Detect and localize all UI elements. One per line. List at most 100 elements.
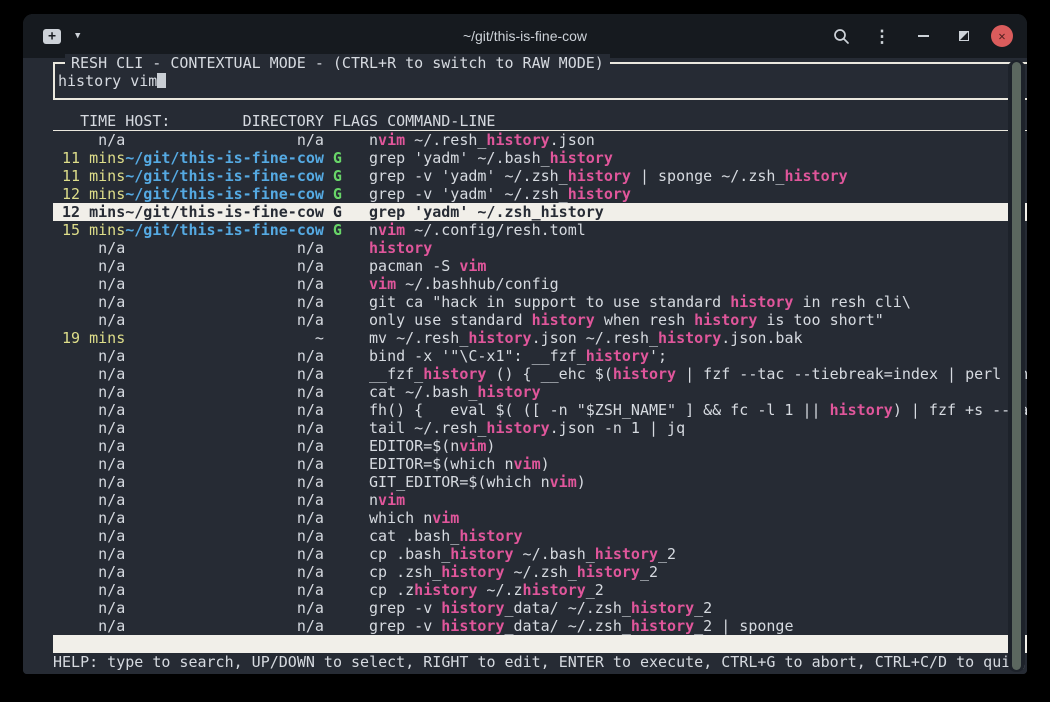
row-flags [333, 329, 342, 347]
status-bar: 2020-05-11 12:01:51tower:~/git/this-is-f… [53, 635, 1027, 653]
table-row[interactable]: n/an/a cp .zhistory ~/.zhistory_2 [53, 581, 1027, 599]
table-row[interactable]: 15 mins~/git/this-is-fine-cow G nvim ~/.… [53, 221, 1027, 239]
table-row[interactable]: 12 mins~/git/this-is-fine-cow G grep -v … [53, 185, 1027, 203]
scrollbar-thumb[interactable] [1012, 62, 1021, 670]
row-gap [324, 527, 333, 545]
row-command: grep 'yadm' ~/.bash_history [369, 149, 613, 167]
row-directory: n/a [125, 563, 324, 581]
row-gap [342, 401, 369, 419]
table-row[interactable]: 12 mins~/git/this-is-fine-cow G grep 'ya… [53, 203, 1027, 221]
row-gap [342, 275, 369, 293]
search-button[interactable] [827, 22, 855, 50]
row-gap [342, 599, 369, 617]
row-gap [342, 437, 369, 455]
table-row[interactable]: n/an/a __fzf_history () { __ehc $(histor… [53, 365, 1027, 383]
search-match: history [830, 401, 893, 419]
header-host: HOST: [125, 112, 170, 130]
row-directory: n/a [125, 527, 324, 545]
table-row[interactable]: n/an/a cat .bash_history [53, 527, 1027, 545]
search-box[interactable]: RESH CLI - CONTEXTUAL MODE - (CTRL+R to … [53, 62, 1027, 100]
header-host-directory: HOST:DIRECTORY [125, 112, 324, 130]
close-button[interactable]: ✕ [991, 25, 1013, 47]
table-row[interactable]: n/an/a grep -v history_data/ ~/.zsh_hist… [53, 617, 1027, 635]
row-flags: G [333, 221, 342, 239]
table-row[interactable]: n/an/a tail ~/.resh_history.json -n 1 | … [53, 419, 1027, 437]
row-gap [324, 617, 333, 635]
row-command: nvim ~/.config/resh.toml [369, 221, 586, 239]
search-match: history [631, 599, 694, 617]
row-gap [324, 581, 333, 599]
row-gap [342, 527, 369, 545]
row-flags: G [333, 203, 342, 221]
table-row[interactable]: n/an/a pacman -S vim [53, 257, 1027, 275]
row-gap [324, 509, 333, 527]
table-row[interactable]: n/an/a fh() { eval $( ([ -n "$ZSH_NAME" … [53, 401, 1027, 419]
chevron-down-icon[interactable]: ▼ [75, 32, 80, 41]
search-match: vim [378, 131, 405, 149]
restore-icon [959, 31, 969, 41]
table-row[interactable]: n/an/a only use standard history when re… [53, 311, 1027, 329]
row-flags [333, 455, 342, 473]
row-time: n/a [53, 275, 125, 293]
titlebar-right-controls: ⋮ ✕ [827, 22, 1013, 50]
history-rows: n/an/a nvim ~/.resh_history.json11 mins~… [53, 131, 1027, 635]
table-row[interactable]: n/an/a vim ~/.bashhub/config [53, 275, 1027, 293]
table-row[interactable]: n/an/a cp .zsh_history ~/.zsh_history_2 [53, 563, 1027, 581]
row-directory: n/a [125, 419, 324, 437]
table-row[interactable]: n/an/a grep -v history_data/ ~/.zsh_hist… [53, 599, 1027, 617]
table-row[interactable]: n/an/a cat ~/.bash_history [53, 383, 1027, 401]
search-match: history [468, 329, 531, 347]
table-row[interactable]: n/an/a which nvim [53, 509, 1027, 527]
row-gap [342, 383, 369, 401]
restore-button[interactable] [950, 22, 978, 50]
row-gap [324, 437, 333, 455]
row-gap [342, 239, 369, 257]
row-time: n/a [53, 545, 125, 563]
row-time: 11 mins [53, 167, 125, 185]
search-match: history [441, 599, 504, 617]
table-row[interactable]: n/an/a git ca "hack in support to use st… [53, 293, 1027, 311]
row-flags [333, 581, 342, 599]
row-flags [333, 257, 342, 275]
search-match: history [784, 167, 847, 185]
menu-button[interactable]: ⋮ [868, 22, 896, 50]
row-time: n/a [53, 527, 125, 545]
row-gap [324, 491, 333, 509]
new-tab-icon: + [43, 29, 61, 44]
table-row[interactable]: n/an/a GIT_EDITOR=$(which nvim) [53, 473, 1027, 491]
row-gap [342, 329, 369, 347]
row-command: nvim [369, 491, 405, 509]
row-time: n/a [53, 455, 125, 473]
table-row[interactable]: n/an/a bind -x '"\C-x1": __fzf_history'; [53, 347, 1027, 365]
scrollbar[interactable] [1008, 60, 1025, 672]
table-row[interactable]: 19 mins~ mv ~/.resh_history.json ~/.resh… [53, 329, 1027, 347]
search-match: history [568, 185, 631, 203]
row-gap [324, 347, 333, 365]
row-command: EDITOR=$(nvim) [369, 437, 495, 455]
row-time: n/a [53, 347, 125, 365]
table-row[interactable]: n/an/a nvim ~/.resh_history.json [53, 131, 1027, 149]
row-directory: n/a [125, 581, 324, 599]
table-header: TIME HOST:DIRECTORY FLAGS COMMAND-LINE [53, 112, 1027, 131]
table-row[interactable]: 11 mins~/git/this-is-fine-cow G grep -v … [53, 167, 1027, 185]
table-row[interactable]: n/an/a nvim [53, 491, 1027, 509]
table-row[interactable]: 11 mins~/git/this-is-fine-cow G grep 'ya… [53, 149, 1027, 167]
table-row[interactable]: n/an/a EDITOR=$(which nvim) [53, 455, 1027, 473]
search-match: vim [550, 473, 577, 491]
row-flags [333, 401, 342, 419]
row-time: n/a [53, 293, 125, 311]
terminal-content: RESH CLI - CONTEXTUAL MODE - (CTRL+R to … [23, 58, 1027, 674]
row-gap [324, 239, 333, 257]
table-row[interactable]: n/an/a cp .bash_history ~/.bash_history_… [53, 545, 1027, 563]
row-gap [342, 455, 369, 473]
table-row[interactable]: n/an/a EDITOR=$(nvim) [53, 437, 1027, 455]
row-command: mv ~/.resh_history.json ~/.resh_history.… [369, 329, 803, 347]
row-gap [324, 473, 333, 491]
row-command: GIT_EDITOR=$(which nvim) [369, 473, 586, 491]
minimize-button[interactable] [909, 22, 937, 50]
row-gap [324, 563, 333, 581]
table-row[interactable]: n/an/a history [53, 239, 1027, 257]
new-tab-button[interactable]: + [43, 29, 61, 44]
row-directory: n/a [125, 545, 324, 563]
row-gap [342, 617, 369, 635]
